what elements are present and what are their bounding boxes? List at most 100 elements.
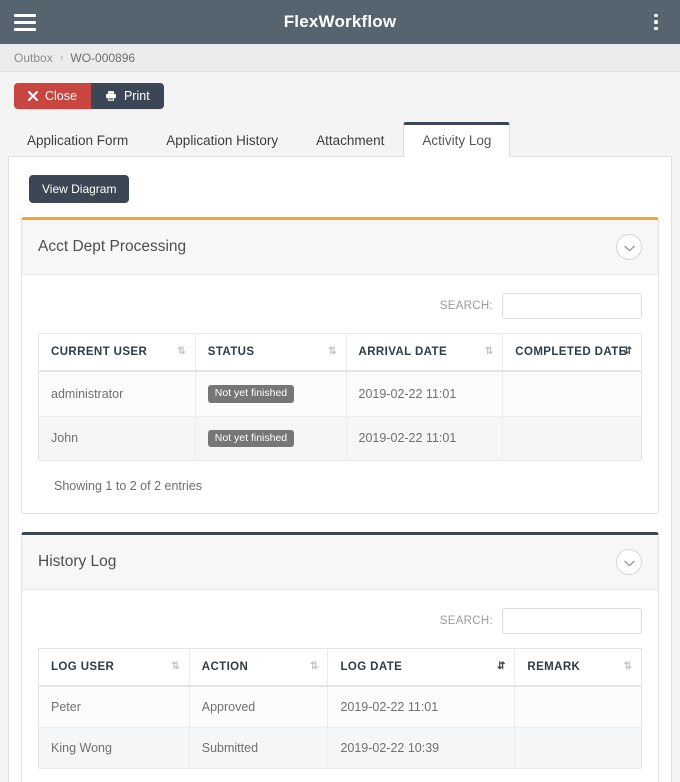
breadcrumb-item-outbox[interactable]: Outbox [14, 51, 53, 65]
panel-body: SEARCH: LOG USER ⇅ ACTION ⇅ LOG DATE ⇵ R… [22, 590, 658, 782]
cell-arrival-date: 2019-02-22 11:01 [346, 371, 504, 417]
sort-icon: ⇅ [171, 661, 179, 673]
column-label: REMARK [527, 661, 581, 674]
table-header-row: LOG USER ⇅ ACTION ⇅ LOG DATE ⇵ REMARK ⇅ [38, 648, 642, 688]
chevron-down-icon [623, 240, 635, 255]
action-button-group: Close Print [14, 83, 164, 109]
table-header: LOG USER ⇅ ACTION ⇅ LOG DATE ⇵ REMARK ⇅ [38, 648, 642, 688]
app-header: FlexWorkflow [0, 0, 680, 44]
tab-activity-log[interactable]: Activity Log [403, 122, 511, 157]
cell-remark [514, 727, 642, 770]
cell-action: Submitted [189, 727, 329, 770]
search-input[interactable] [502, 608, 642, 635]
cell-completed-date [502, 371, 642, 417]
kebab-dot [654, 26, 658, 31]
table-row: John Not yet finished 2019-02-22 11:01 [38, 416, 642, 462]
column-label: LOG USER [51, 661, 115, 674]
table-row: King Wong Submitted 2019-02-22 10:39 [38, 727, 642, 770]
sort-icon: ⇅ [484, 346, 493, 357]
close-button[interactable]: Close [14, 83, 91, 109]
sort-icon-active: ⇵ [623, 346, 632, 357]
tab-bar: Application Form Application History Att… [0, 109, 680, 157]
column-header-action[interactable]: ACTION ⇅ [189, 648, 329, 688]
activity-log-panel-content: View Diagram Acct Dept Processing SEARCH… [8, 156, 672, 782]
tab-attachment[interactable]: Attachment [297, 122, 403, 157]
action-button-row: Close Print [0, 72, 680, 109]
entries-info: Showing 1 to 2 of 2 entries [38, 769, 642, 782]
cell-current-user: administrator [38, 371, 196, 417]
sort-icon: ⇅ [328, 346, 336, 357]
panel-title: History Log [38, 553, 117, 571]
close-x-icon [28, 91, 38, 101]
column-header-current-user[interactable]: CURRENT USER ⇅ [38, 333, 196, 372]
panel-history-log: History Log SEARCH: LOG USER ⇅ ACTION ⇅ … [21, 532, 659, 782]
cell-arrival-date: 2019-02-22 11:01 [346, 416, 504, 462]
column-label: ACTION [201, 661, 249, 674]
table-header-row: CURRENT USER ⇅ STATUS ⇅ ARRIVAL DATE ⇅ C… [38, 333, 642, 372]
column-label: CURRENT USER [51, 346, 148, 358]
close-button-label: Close [45, 89, 77, 103]
cell-completed-date [502, 416, 642, 462]
table-body: administrator Not yet finished 2019-02-2… [38, 371, 642, 462]
panel-collapse-button[interactable] [616, 549, 642, 576]
cell-remark [514, 686, 642, 729]
search-label: SEARCH: [439, 615, 493, 628]
status-badge: Not yet finished [207, 429, 295, 448]
kebab-dot [654, 20, 658, 24]
sort-icon: ⇅ [623, 661, 632, 673]
column-label: COMPLETED DATE [515, 346, 627, 358]
cell-log-date: 2019-02-22 10:39 [327, 727, 516, 770]
chevron-down-icon [623, 555, 635, 570]
cell-log-user: King Wong [38, 727, 190, 770]
panel-collapse-button[interactable] [616, 234, 642, 260]
search-input[interactable] [502, 293, 642, 319]
table-row: administrator Not yet finished 2019-02-2… [38, 371, 642, 417]
printer-icon [105, 90, 117, 102]
table-body: Peter Approved 2019-02-22 11:01 King Won… [38, 686, 642, 770]
hamburger-bar [14, 13, 36, 17]
panel-acct-dept-processing: Acct Dept Processing SEARCH: CURRENT USE… [21, 217, 659, 515]
hamburger-menu-icon[interactable] [14, 13, 36, 31]
breadcrumb-separator-icon: › [59, 51, 64, 64]
search-row: SEARCH: [38, 604, 642, 648]
sort-icon: ⇅ [177, 346, 185, 357]
print-button-label: Print [123, 89, 150, 103]
cell-action: Approved [189, 686, 329, 729]
tab-application-history[interactable]: Application History [147, 122, 297, 157]
kebab-dot [654, 13, 658, 18]
sort-icon: ⇅ [310, 661, 318, 673]
breadcrumb: Outbox › WO-000896 [0, 44, 680, 72]
column-label: LOG DATE [340, 661, 403, 674]
cell-log-date: 2019-02-22 11:01 [327, 686, 516, 729]
hamburger-bar [14, 27, 36, 31]
search-label: SEARCH: [439, 300, 493, 312]
kebab-menu-icon[interactable] [646, 12, 666, 32]
panel-body: SEARCH: CURRENT USER ⇅ STATUS ⇅ ARRIVAL … [22, 275, 658, 513]
column-header-log-date[interactable]: LOG DATE ⇵ [327, 648, 516, 688]
column-header-completed-date[interactable]: COMPLETED DATE ⇵ [502, 333, 642, 372]
tab-application-form[interactable]: Application Form [8, 122, 147, 157]
column-label: STATUS [207, 346, 255, 358]
panel-header: Acct Dept Processing [22, 220, 658, 275]
sort-icon-active: ⇵ [496, 661, 505, 673]
panel-title: Acct Dept Processing [38, 238, 187, 255]
print-button[interactable]: Print [90, 83, 164, 109]
breadcrumb-item-current: WO-000896 [70, 50, 136, 65]
column-header-arrival-date[interactable]: ARRIVAL DATE ⇅ [346, 333, 504, 372]
view-diagram-button[interactable]: View Diagram [29, 175, 130, 203]
panel-header: History Log [22, 535, 658, 591]
app-title: FlexWorkflow [283, 12, 397, 31]
cell-current-user: John [38, 416, 196, 462]
column-header-remark[interactable]: REMARK ⇅ [514, 648, 642, 688]
entries-info: Showing 1 to 2 of 2 entries [54, 479, 203, 494]
table-header: CURRENT USER ⇅ STATUS ⇅ ARRIVAL DATE ⇅ C… [38, 333, 642, 372]
status-badge: Not yet finished [207, 385, 295, 403]
cell-log-user: Peter [38, 686, 190, 729]
column-header-log-user[interactable]: LOG USER ⇅ [38, 648, 190, 688]
hamburger-bar [14, 20, 36, 24]
cell-status: Not yet finished [195, 416, 347, 462]
cell-status: Not yet finished [195, 371, 347, 417]
column-label: ARRIVAL DATE [358, 346, 448, 358]
table-row: Peter Approved 2019-02-22 11:01 [38, 686, 642, 729]
column-header-status[interactable]: STATUS ⇅ [195, 333, 347, 372]
